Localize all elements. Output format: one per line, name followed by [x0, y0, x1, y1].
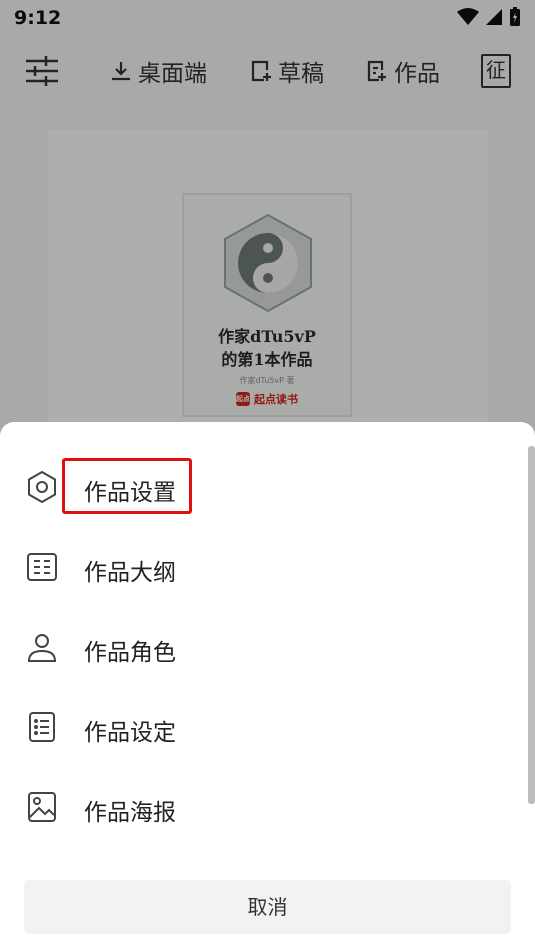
list-document-icon [29, 712, 55, 742]
person-icon [27, 634, 57, 662]
menu-item-work-worldbuilding[interactable]: 作品设定 [0, 687, 520, 767]
menu-label-work-worldbuilding: 作品设定 [84, 720, 176, 746]
menu-item-work-characters[interactable]: 作品角色 [0, 607, 520, 687]
menu-label-work-characters: 作品角色 [84, 640, 176, 666]
hexagon-settings-icon [28, 470, 56, 504]
menu-item-work-outline[interactable]: 作品大纲 [0, 527, 520, 607]
image-icon [28, 792, 56, 822]
cancel-button[interactable]: 取消 [24, 880, 511, 934]
outline-icon [27, 553, 57, 581]
menu-item-work-poster[interactable]: 作品海报 [0, 767, 520, 847]
menu-label-work-poster: 作品海报 [84, 800, 176, 826]
highlight-box [62, 458, 192, 514]
scrollbar[interactable] [528, 446, 535, 804]
menu-label-work-outline: 作品大纲 [84, 560, 176, 586]
